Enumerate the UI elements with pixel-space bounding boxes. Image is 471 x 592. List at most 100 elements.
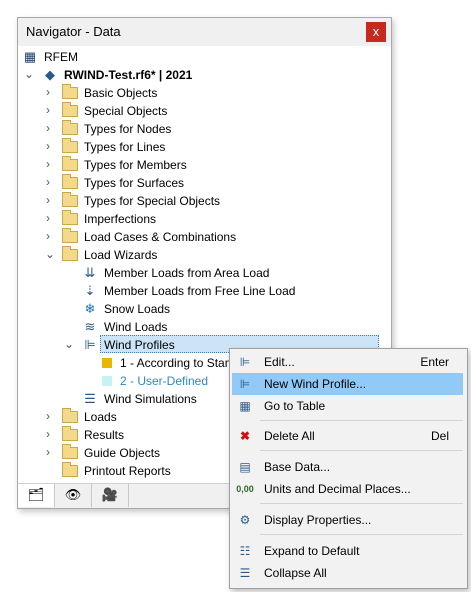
chevron-right-icon[interactable]: › <box>46 193 56 209</box>
member-load-area-icon: ⇊ <box>84 265 96 280</box>
menu-separator <box>260 503 463 504</box>
chevron-right-icon[interactable]: › <box>46 445 56 461</box>
tree-folder-label: Types for Lines <box>84 140 166 154</box>
member-load-line-icon: ⇣ <box>84 283 96 298</box>
window-title: Navigator - Data <box>26 24 121 39</box>
folder-icon <box>62 102 78 117</box>
tree-item-label: Wind Profiles <box>104 338 175 352</box>
menu-item-delete-all[interactable]: ✖ Delete All Del <box>232 425 463 447</box>
folder-icon <box>62 426 78 441</box>
expand-icon: ☷ <box>239 544 251 558</box>
tree-folder-label: Special Objects <box>84 104 168 118</box>
tree-folder-label: Guide Objects <box>84 446 161 460</box>
menu-item-units[interactable]: 0,00 Units and Decimal Places... <box>232 478 463 500</box>
chevron-down-icon[interactable]: ⌄ <box>64 337 74 353</box>
collapse-icon: ☰ <box>239 566 251 580</box>
folder-icon <box>62 138 78 153</box>
menu-separator <box>260 450 463 451</box>
menu-item-label: Collapse All <box>264 566 327 580</box>
menu-item-display-properties[interactable]: ⚙ Display Properties... <box>232 509 463 531</box>
delete-icon: ✖ <box>239 429 251 443</box>
menu-item-label: Edit... <box>264 355 295 369</box>
tree-folder-label: Loads <box>84 410 117 424</box>
menu-item-label: Go to Table <box>264 399 326 413</box>
color-swatch-icon <box>102 358 112 368</box>
tree-root-label: RFEM <box>44 50 78 64</box>
tree-folder-label: Load Wizards <box>84 248 158 262</box>
chevron-right-icon[interactable]: › <box>46 409 56 425</box>
folder-icon <box>62 192 78 207</box>
display-properties-icon: ⚙ <box>239 513 251 527</box>
camera-tab-icon[interactable]: 🎥 <box>92 484 129 507</box>
chevron-right-icon[interactable]: › <box>46 175 56 191</box>
menu-item-label: Base Data... <box>264 460 331 474</box>
tree-item-label: 1 - According to Stand <box>120 356 239 370</box>
menu-item-expand[interactable]: ☷ Expand to Default <box>232 540 463 562</box>
units-icon: 0,00 <box>236 484 254 494</box>
folder-icon <box>62 210 78 225</box>
project-label: RWIND-Test.rf6* | 2021 <box>64 68 193 82</box>
chevron-down-icon[interactable]: ⌄ <box>24 67 34 83</box>
chevron-right-icon[interactable]: › <box>46 103 56 119</box>
title-bar[interactable]: Navigator - Data x <box>18 18 391 46</box>
chevron-down-icon[interactable]: ⌄ <box>45 247 55 263</box>
menu-item-shortcut: Del <box>430 429 449 443</box>
tree-folder-label: Types for Nodes <box>84 122 172 136</box>
menu-item-base-data[interactable]: ▤ Base Data... <box>232 456 463 478</box>
project-icon: ◆ <box>45 67 55 82</box>
tree-folder-label: Types for Surfaces <box>84 176 185 190</box>
new-wind-profile-icon: ⊫ <box>239 377 251 391</box>
wind-simulation-icon: ☰ <box>84 391 96 406</box>
tree-item-label: Wind Loads <box>104 320 168 334</box>
folder-icon <box>62 246 78 261</box>
wind-profile-icon: ⊫ <box>84 337 96 352</box>
tree-folder-label: Types for Members <box>84 158 187 172</box>
menu-separator <box>260 534 463 535</box>
folder-icon <box>62 408 78 423</box>
menu-item-label: Display Properties... <box>264 513 372 527</box>
tree-item-label: Snow Loads <box>104 302 171 316</box>
menu-separator <box>260 420 463 421</box>
menu-item-collapse[interactable]: ☰ Collapse All <box>232 562 463 584</box>
folder-icon <box>62 444 78 459</box>
data-tab-icon[interactable]: 🗂 <box>18 484 55 507</box>
menu-item-label: New Wind Profile... <box>264 377 367 391</box>
menu-item-label: Delete All <box>264 429 315 443</box>
folder-icon <box>62 156 78 171</box>
menu-item-go-to-table[interactable]: ▦ Go to Table <box>232 395 463 417</box>
snowflake-icon: ❄ <box>84 301 96 316</box>
table-icon: ▦ <box>239 399 251 413</box>
menu-item-new-wind-profile[interactable]: ⊫ New Wind Profile... <box>232 373 463 395</box>
tree-folder-label: Types for Special Objects <box>84 194 221 208</box>
tree-item-label: Member Loads from Area Load <box>104 266 270 280</box>
chevron-right-icon[interactable]: › <box>46 427 56 443</box>
tree-item-label: Member Loads from Free Line Load <box>104 284 296 298</box>
chevron-right-icon[interactable]: › <box>46 157 56 173</box>
folder-icon <box>62 120 78 135</box>
chevron-right-icon[interactable]: › <box>46 211 56 227</box>
context-menu: ⊫ Edit... Enter ⊫ New Wind Profile... ▦ … <box>229 348 468 589</box>
base-data-icon: ▤ <box>239 460 251 474</box>
folder-icon <box>62 84 78 99</box>
menu-item-label: Expand to Default <box>264 544 360 558</box>
tree-item-label: Wind Simulations <box>104 392 197 406</box>
wind-icon: ≋ <box>84 319 96 334</box>
chevron-right-icon[interactable]: › <box>46 139 56 155</box>
rfem-icon: ▦ <box>23 49 37 64</box>
tree-folder-label: Imperfections <box>84 212 157 226</box>
tree-folder-label: Load Cases & Combinations <box>84 230 237 244</box>
color-swatch-icon <box>102 376 112 386</box>
chevron-right-icon[interactable]: › <box>46 121 56 137</box>
folder-icon <box>62 228 78 243</box>
tree-folder-label: Results <box>84 428 125 442</box>
menu-item-edit[interactable]: ⊫ Edit... Enter <box>232 351 463 373</box>
tree-item-label: 2 - User-Defined <box>120 374 209 388</box>
chevron-right-icon[interactable]: › <box>46 229 56 245</box>
folder-icon <box>62 462 78 477</box>
edit-icon: ⊫ <box>239 355 251 369</box>
chevron-right-icon[interactable]: › <box>46 85 56 101</box>
view-tab-icon[interactable]: 👁 <box>55 484 92 507</box>
menu-item-label: Units and Decimal Places... <box>264 482 411 496</box>
close-button[interactable]: x <box>366 22 386 42</box>
tree-folder-label: Basic Objects <box>84 86 158 100</box>
